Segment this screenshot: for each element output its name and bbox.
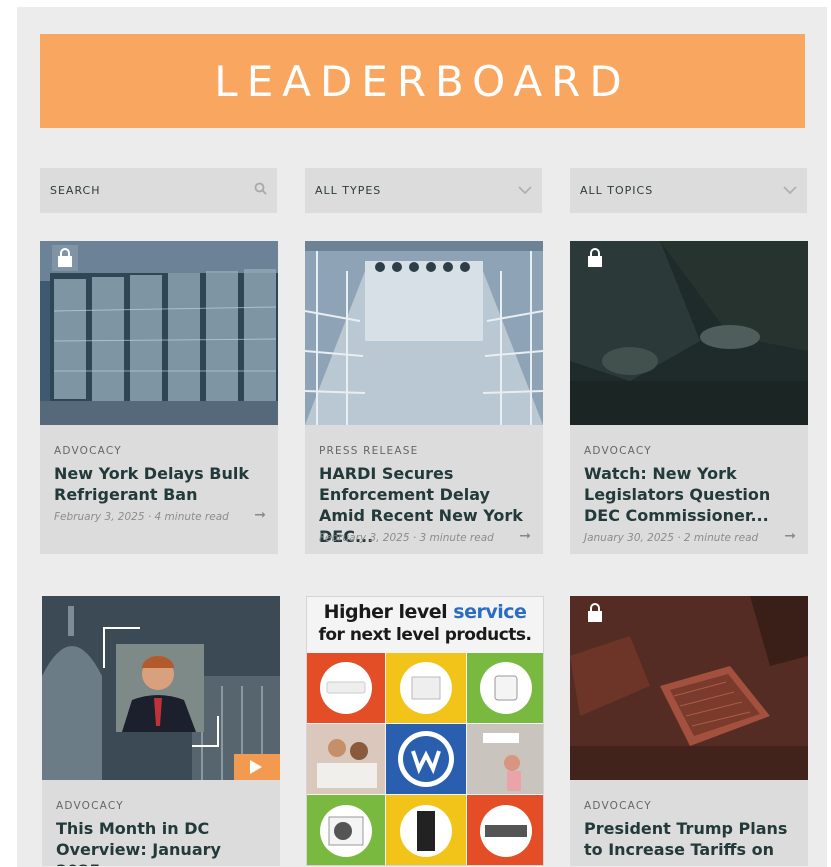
article-category: ADVOCACY — [584, 800, 652, 812]
topics-selected: ALL TOPICS — [580, 184, 654, 197]
article-title[interactable]: This Month in DC Overview: January 2025 — [56, 818, 270, 866]
article-title[interactable]: Watch: New York Legislators Question DEC… — [584, 463, 798, 526]
search-placeholder: SEARCH — [50, 184, 101, 197]
ad-product-grid — [307, 653, 543, 865]
article-meta: February 3, 2025 · 4 minute read — [54, 511, 229, 523]
article-thumbnail — [570, 596, 808, 780]
article-category: ADVOCACY — [54, 445, 122, 457]
article-card[interactable]: PRESS RELEASE HARDI Secures Enforcement … — [305, 241, 543, 554]
ad-subheadline: for next level products. — [318, 625, 532, 645]
types-dropdown[interactable]: ALL TYPES — [305, 168, 542, 213]
arrow-right-icon[interactable]: ➞ — [254, 507, 266, 523]
ad-headline-part: Higher level — [323, 601, 454, 623]
leaderboard-banner[interactable]: LEADERBOARD — [40, 34, 805, 128]
arrow-right-icon[interactable]: ➞ — [784, 528, 796, 544]
search-icon[interactable] — [254, 182, 267, 199]
lock-icon — [52, 245, 78, 271]
ad-headline-accent: service — [453, 601, 527, 623]
article-thumbnail — [305, 241, 543, 425]
arrow-right-icon[interactable]: ➞ — [519, 528, 531, 544]
article-category: ADVOCACY — [56, 800, 124, 812]
article-card[interactable]: ADVOCACY This Month in DC Overview: Janu… — [42, 596, 280, 866]
article-meta: February 3, 2025 · 3 minute read — [319, 532, 494, 544]
article-thumbnail — [570, 241, 808, 425]
article-title[interactable]: New York Delays Bulk Refrigerant Ban — [54, 463, 268, 505]
lock-icon — [582, 600, 608, 626]
article-thumbnail — [40, 241, 278, 425]
topics-dropdown[interactable]: ALL TOPICS — [570, 168, 807, 213]
advertisement[interactable]: Higher level service for next level prod… — [306, 596, 544, 866]
types-selected: ALL TYPES — [315, 184, 382, 197]
article-card[interactable]: ADVOCACY President Trump Plans to Increa… — [570, 596, 808, 866]
article-thumbnail — [42, 596, 280, 780]
article-category: PRESS RELEASE — [319, 445, 419, 457]
chevron-down-icon — [518, 183, 532, 199]
article-category: ADVOCACY — [584, 445, 652, 457]
banner-title: LEADERBOARD — [214, 56, 631, 106]
article-meta: January 30, 2025 · 2 minute read — [584, 532, 759, 544]
article-card[interactable]: ADVOCACY Watch: New York Legislators Que… — [570, 241, 808, 554]
lock-icon — [582, 245, 608, 271]
search-field[interactable]: SEARCH — [40, 168, 277, 213]
ad-headline: Higher level service — [307, 601, 543, 623]
article-card[interactable]: ADVOCACY New York Delays Bulk Refrigeran… — [40, 241, 278, 554]
chevron-down-icon — [783, 183, 797, 199]
